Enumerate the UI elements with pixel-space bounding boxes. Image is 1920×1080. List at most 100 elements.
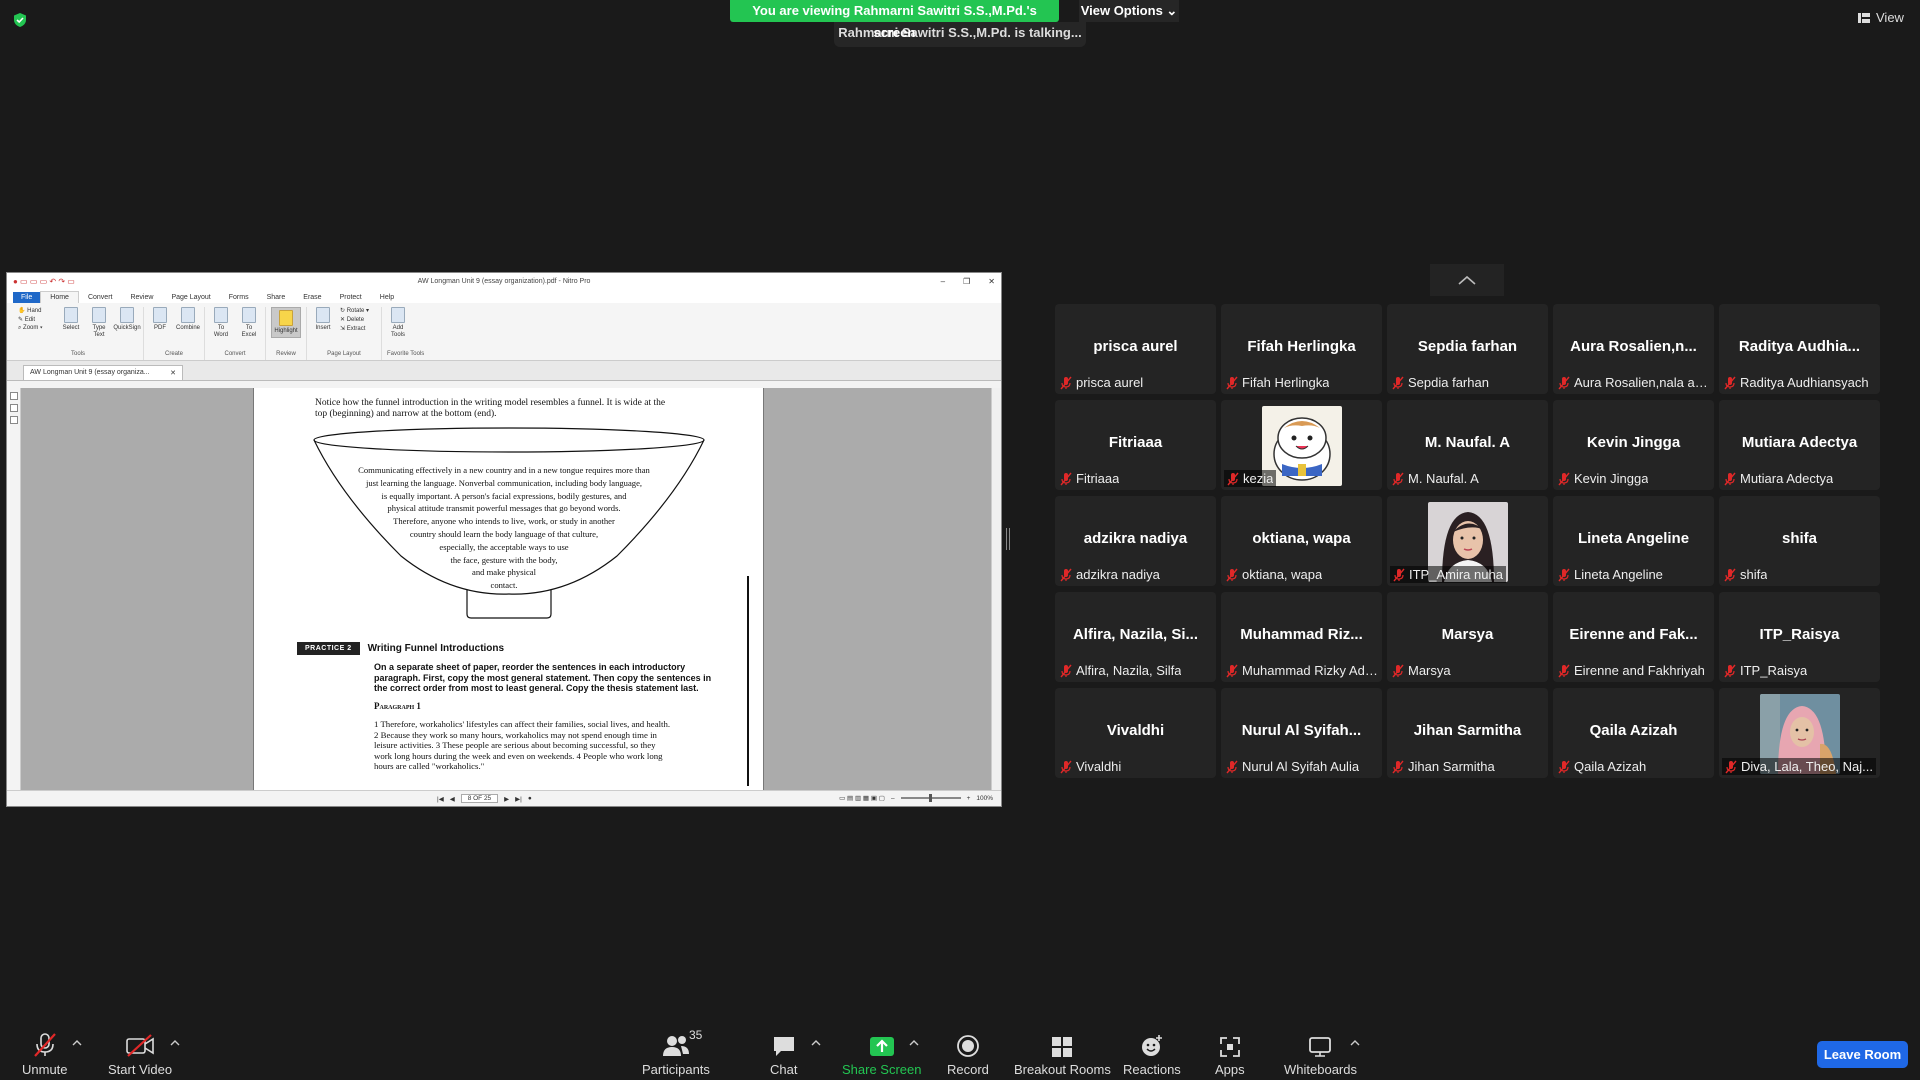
select-button[interactable]: Select (60, 307, 82, 332)
participant-tile[interactable]: Marsya Marsya (1387, 592, 1548, 682)
participant-tile[interactable]: Qaila Azizah Qaila Azizah (1553, 688, 1714, 778)
add-tools-button[interactable]: Add Tools (387, 307, 409, 339)
participant-tile[interactable]: Eirenne and Fak... Eirenne and Fakhriyah (1553, 592, 1714, 682)
participant-tile[interactable]: Diva, Lala, Theo, Naj... (1719, 688, 1880, 778)
ribbon-group-create: PDF Combine Create (144, 307, 205, 360)
apps-button[interactable]: Apps (1215, 1032, 1245, 1077)
menu-protect[interactable]: Protect (331, 292, 371, 303)
menu-file[interactable]: File (13, 292, 41, 303)
menu-page-layout[interactable]: Page Layout (162, 292, 219, 303)
last-page-icon[interactable]: ▶| (515, 795, 522, 803)
menu-forms[interactable]: Forms (220, 292, 258, 303)
gallery-page-up-button[interactable] (1430, 264, 1504, 296)
video-options-caret-icon[interactable] (170, 1038, 180, 1048)
participant-display-name: Kevin Jingga (1586, 434, 1681, 451)
leave-room-button[interactable]: Leave Room (1817, 1041, 1908, 1068)
view-options-button[interactable]: View Options ⌄ (1079, 0, 1179, 22)
next-page-icon[interactable]: ▶ (504, 795, 509, 803)
participant-tile[interactable]: shifa shifa (1719, 496, 1880, 586)
mic-muted-icon (1227, 472, 1239, 485)
audio-options-caret-icon[interactable] (72, 1038, 82, 1048)
document-tab[interactable]: AW Longman Unit 9 (essay organiza... ✕ (23, 365, 183, 380)
delete-button[interactable]: ✕ Delete (340, 316, 376, 323)
participant-tile[interactable]: M. Naufal. A M. Naufal. A (1387, 400, 1548, 490)
participant-tile[interactable]: Kevin Jingga Kevin Jingga (1553, 400, 1714, 490)
participant-tile[interactable]: Mutiara Adectya Mutiara Adectya (1719, 400, 1880, 490)
window-controls[interactable]: – ❐ ✕ (941, 277, 995, 286)
document-viewport[interactable]: Notice how the funnel introduction in th… (7, 388, 1001, 790)
participant-tile[interactable]: oktiana, wapa oktiana, wapa (1221, 496, 1382, 586)
zoom-slider[interactable] (900, 794, 961, 802)
participant-tile[interactable]: Nurul Al Syifah... Nurul Al Syifah Aulia (1221, 688, 1382, 778)
vertical-scrollbar[interactable] (991, 388, 1001, 790)
quicksign-button[interactable]: QuickSign (113, 307, 141, 332)
encryption-shield-icon[interactable] (12, 12, 28, 28)
mic-muted-icon (1558, 664, 1570, 677)
start-video-button[interactable]: Start Video (108, 1032, 172, 1077)
prev-page-icon[interactable]: ◀ (450, 795, 455, 803)
participant-tile[interactable]: Aura Rosalien,n... Aura Rosalien,nala an.… (1553, 304, 1714, 394)
page-indicator[interactable]: 8 OF 25 (460, 794, 499, 803)
close-tab-icon[interactable]: ✕ (170, 369, 176, 377)
rotate-button[interactable]: ↻ Rotate ▾ (340, 307, 376, 314)
participant-tile[interactable]: kezia (1221, 400, 1382, 490)
breakout-rooms-button[interactable]: Breakout Rooms (1014, 1032, 1111, 1077)
panel-splitter-handle[interactable] (1006, 528, 1010, 550)
zoom-in-icon[interactable]: + (967, 795, 971, 802)
highlight-button[interactable]: Highlight (271, 307, 301, 338)
first-page-icon[interactable]: |◀ (437, 795, 444, 803)
participant-tile[interactable]: Alfira, Nazila, Si... Alfira, Nazila, Sil… (1055, 592, 1216, 682)
to-word-button[interactable]: To Word (210, 307, 232, 339)
chat-button[interactable]: Chat (770, 1032, 797, 1077)
record-button[interactable]: Record (947, 1032, 989, 1077)
zoom-tool[interactable]: ⌕ Zoom ▾ (18, 325, 54, 332)
participant-tile[interactable]: Jihan Sarmitha Jihan Sarmitha (1387, 688, 1548, 778)
insert-button[interactable]: Insert (312, 307, 334, 332)
reactions-button[interactable]: Reactions (1123, 1032, 1181, 1077)
attachments-panel-icon[interactable] (10, 416, 18, 424)
menu-help[interactable]: Help (371, 292, 403, 303)
zoom-out-icon[interactable]: – (891, 795, 895, 802)
participant-tile[interactable]: prisca aurel prisca aurel (1055, 304, 1216, 394)
participant-tile[interactable]: Fitriaaa Fitriaaa (1055, 400, 1216, 490)
participant-tile[interactable]: Raditya Audhia... Raditya Audhiansyach (1719, 304, 1880, 394)
play-icon[interactable]: ● (528, 795, 532, 802)
view-mode-icons[interactable]: ▭ ▤ ▥ ▦ ▣ ▢ (839, 794, 885, 802)
close-icon: ✕ (988, 276, 995, 286)
participant-name-label: oktiana, wapa (1226, 567, 1378, 582)
unmute-button[interactable]: Unmute (22, 1032, 68, 1077)
participants-count: 35 (688, 1028, 703, 1042)
participant-tile[interactable]: ITP_Amira nuha (1387, 496, 1548, 586)
participant-tile[interactable]: Vivaldhi Vivaldhi (1055, 688, 1216, 778)
chat-options-caret-icon[interactable] (811, 1038, 821, 1048)
menu-convert[interactable]: Convert (79, 292, 122, 303)
to-excel-button[interactable]: To Excel (238, 307, 260, 339)
menu-share[interactable]: Share (258, 292, 295, 303)
participant-tile[interactable]: ITP_Raisya ITP_Raisya (1719, 592, 1880, 682)
bookmarks-panel-icon[interactable] (10, 404, 18, 412)
participants-button[interactable]: 35 Participants (642, 1028, 710, 1077)
participant-tile[interactable]: Fifah Herlingka Fifah Herlingka (1221, 304, 1382, 394)
pdf-button[interactable]: PDF (149, 307, 171, 332)
combine-button[interactable]: Combine (176, 307, 200, 332)
participant-tile[interactable]: adzikra nadiya adzikra nadiya (1055, 496, 1216, 586)
menu-home[interactable]: Home (40, 291, 79, 303)
view-button[interactable]: View (1858, 10, 1904, 25)
breakout-rooms-icon (1052, 1037, 1073, 1057)
whiteboard-options-caret-icon[interactable] (1350, 1038, 1360, 1048)
participant-tile[interactable]: Sepdia farhan Sepdia farhan (1387, 304, 1548, 394)
menu-review[interactable]: Review (121, 292, 162, 303)
edit-tool[interactable]: ✎ Edit (18, 316, 54, 323)
extract-button[interactable]: ⇲ Extract (340, 325, 376, 332)
whiteboards-button[interactable]: Whiteboards (1284, 1032, 1357, 1077)
participant-tile[interactable]: Lineta Angeline Lineta Angeline (1553, 496, 1714, 586)
participant-tile[interactable]: Muhammad Riz... Muhammad Rizky Adi... (1221, 592, 1382, 682)
shared-screen-nitro-window: ● ▭ ▭ ▭ ↶ ↷ ▭ AW Longman Unit 9 (essay o… (6, 272, 1002, 807)
nitro-status-bar: |◀ ◀ 8 OF 25 ▶ ▶| ● ▭ ▤ ▥ ▦ ▣ ▢ – + 100% (7, 790, 1001, 806)
participant-display-name: Alfira, Nazila, Si... (1072, 626, 1199, 643)
type-text-button[interactable]: Type Text (88, 307, 110, 339)
share-options-caret-icon[interactable] (909, 1038, 919, 1048)
pages-panel-icon[interactable] (10, 392, 18, 400)
menu-erase[interactable]: Erase (294, 292, 330, 303)
hand-tool[interactable]: ✋ Hand (18, 307, 54, 314)
